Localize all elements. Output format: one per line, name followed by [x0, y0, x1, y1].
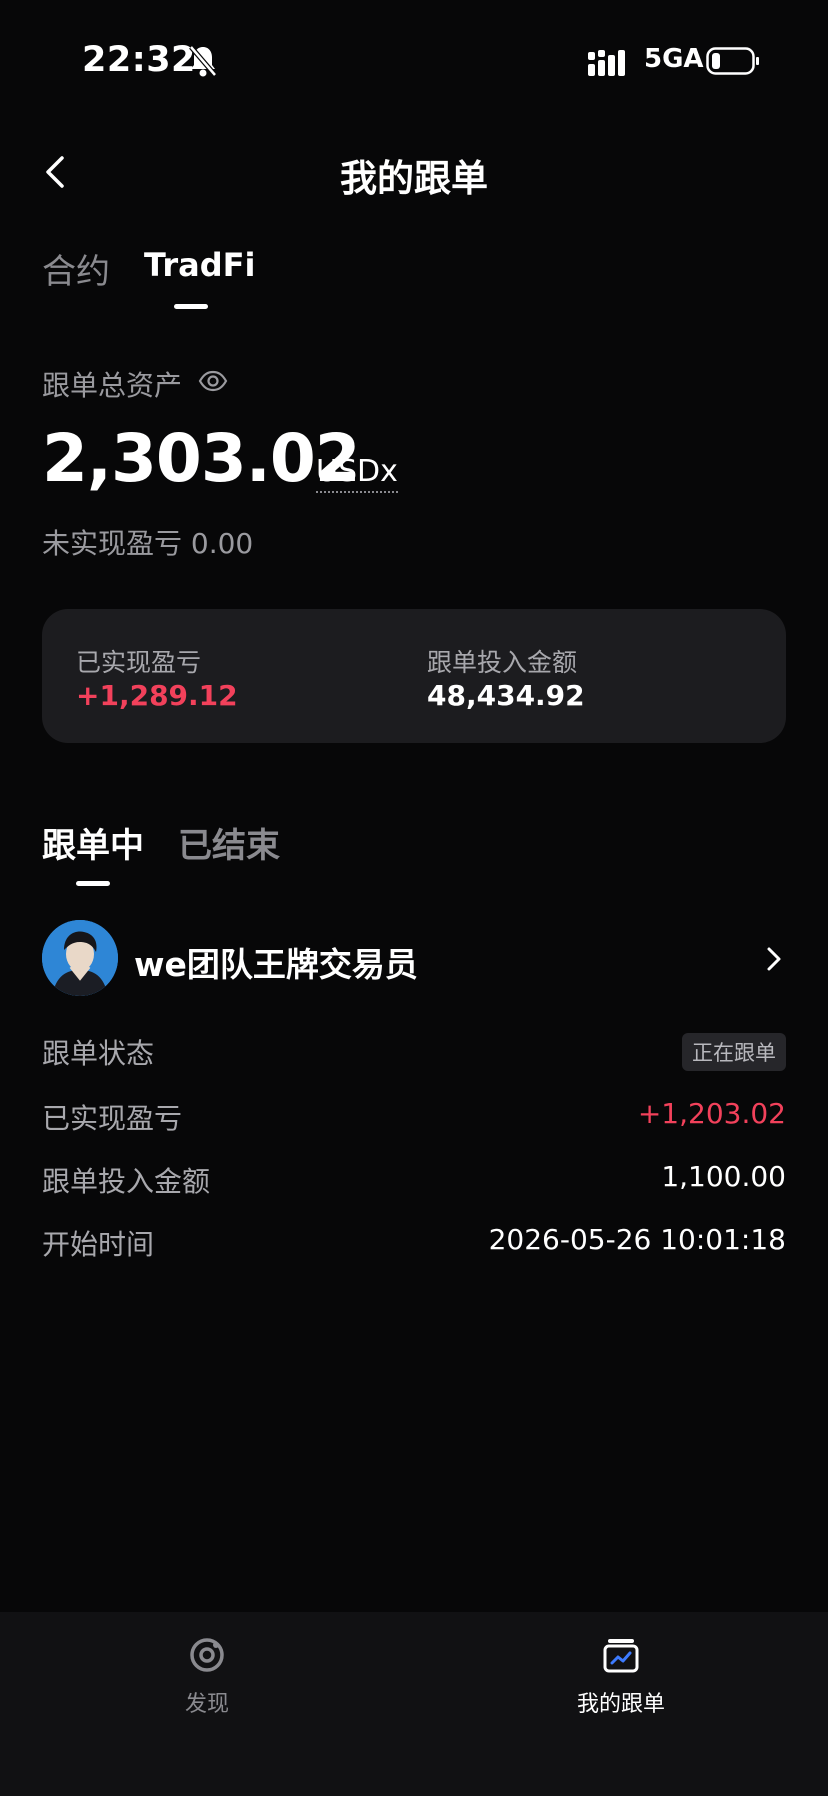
asset-unit[interactable]: USDx: [316, 454, 398, 493]
page-title: 我的跟单: [340, 157, 488, 200]
invested-amount-value: 48,434.92: [427, 679, 585, 712]
trader-realized-value: +1,203.02: [637, 1097, 786, 1130]
nav-discover-label: 发现: [184, 1692, 229, 1717]
my-copy-trade-icon: [602, 1636, 640, 1678]
eye-icon[interactable]: [198, 366, 228, 396]
realized-pnl-label: 已实现盈亏: [76, 648, 202, 677]
list-tab-indicator: [76, 881, 110, 886]
tab-indicator: [174, 304, 208, 309]
avatar[interactable]: [42, 920, 118, 996]
start-time-label: 开始时间: [42, 1228, 155, 1261]
discover-icon: [188, 1636, 226, 1678]
nav-my-copy-trade[interactable]: 我的跟单: [562, 1636, 680, 1718]
trader-realized-label: 已实现盈亏: [42, 1102, 183, 1135]
status-time: 22:32: [82, 40, 196, 80]
bottom-nav: [0, 1612, 828, 1796]
tab-following[interactable]: 跟单中: [42, 818, 144, 867]
unrealized-pnl: 未实现盈亏 0.00: [42, 527, 254, 560]
invested-amount-label: 跟单投入金额: [427, 648, 578, 677]
tab-contract[interactable]: 合约: [42, 244, 110, 293]
start-time-value: 2026-05-26 10:01:18: [488, 1223, 786, 1256]
trader-invested-value: 1,100.00: [661, 1160, 786, 1193]
follow-status-label: 跟单状态: [42, 1037, 155, 1070]
total-assets-value: 2,303.02: [42, 420, 361, 497]
status-badge: 正在跟单: [682, 1033, 786, 1071]
tab-ended[interactable]: 已结束: [178, 818, 280, 867]
nav-discover[interactable]: 发现: [150, 1636, 264, 1718]
trader-invested-label: 跟单投入金额: [42, 1165, 211, 1198]
network-type: 5GA: [644, 44, 704, 74]
battery-icon: [706, 47, 760, 75]
signal-icon: [588, 48, 632, 78]
trader-name[interactable]: we团队王牌交易员: [134, 938, 418, 986]
bell-muted-icon: [188, 44, 218, 78]
realized-pnl-value: +1,289.12: [76, 679, 238, 712]
total-assets-label: 跟单总资产: [42, 369, 183, 402]
chevron-right-icon[interactable]: [764, 944, 784, 974]
nav-my-copy-trade-label: 我的跟单: [576, 1692, 665, 1717]
tab-tradfi[interactable]: TradFi: [144, 246, 255, 284]
